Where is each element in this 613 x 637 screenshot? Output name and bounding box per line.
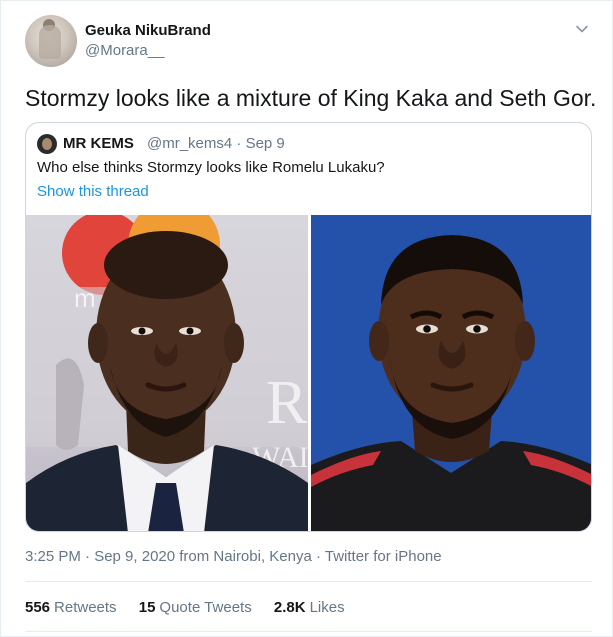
likes-stat[interactable]: 2.8K Likes xyxy=(274,599,345,616)
tweet-stats: 556 Retweets 15 Quote Tweets 2.8K Likes xyxy=(25,599,363,616)
show-thread-link[interactable]: Show this thread xyxy=(37,183,149,200)
tweet-card: Geuka NikuBrand @Morara__ Stormzy looks … xyxy=(0,0,613,637)
quote-tweets-stat[interactable]: 15 Quote Tweets xyxy=(139,599,252,616)
tweet-header: Geuka NikuBrand @Morara__ xyxy=(25,15,590,67)
retweets-stat[interactable]: 556 Retweets xyxy=(25,599,117,616)
photo-left[interactable]: m R WAI xyxy=(26,215,308,531)
chevron-down-icon[interactable] xyxy=(574,21,590,37)
quote-tweets-count: 15 xyxy=(138,599,156,616)
author-display-name[interactable]: Geuka NikuBrand xyxy=(85,22,211,39)
quoted-tweet[interactable]: MR KEMS @mr_kems4 · Sep 9 Who else think… xyxy=(25,122,592,532)
quoted-author-name: MR KEMS xyxy=(63,135,134,152)
photo-right[interactable] xyxy=(311,215,591,531)
backdrop-letter: R xyxy=(266,369,308,437)
backdrop-logo-text: m xyxy=(74,283,96,313)
photo-right-art xyxy=(311,215,591,531)
likes-label: Likes xyxy=(309,599,345,616)
tweet-timestamp-source[interactable]: 3:25 PM · Sep 9, 2020 from Nairobi, Keny… xyxy=(25,548,442,565)
divider xyxy=(25,581,592,582)
author-handle[interactable]: @Morara__ xyxy=(85,42,164,59)
likes-count: 2.8K xyxy=(273,599,306,616)
quoted-tweet-text: Who else thinks Stormzy looks like Romel… xyxy=(37,159,385,176)
quoted-author-handle-date: @mr_kems4 · Sep 9 xyxy=(147,135,285,152)
quote-tweets-label: Quote Tweets xyxy=(159,599,252,616)
retweets-count: 556 xyxy=(25,599,51,616)
tweet-text: Stormzy looks like a mixture of King Kak… xyxy=(25,85,597,111)
quoted-tweet-images: m R WAI xyxy=(26,215,591,531)
author-avatar[interactable] xyxy=(25,15,77,67)
divider xyxy=(25,631,592,632)
retweets-label: Retweets xyxy=(54,599,117,616)
quoted-author-avatar xyxy=(37,134,57,154)
photo-left-art: m R WAI xyxy=(26,215,308,531)
